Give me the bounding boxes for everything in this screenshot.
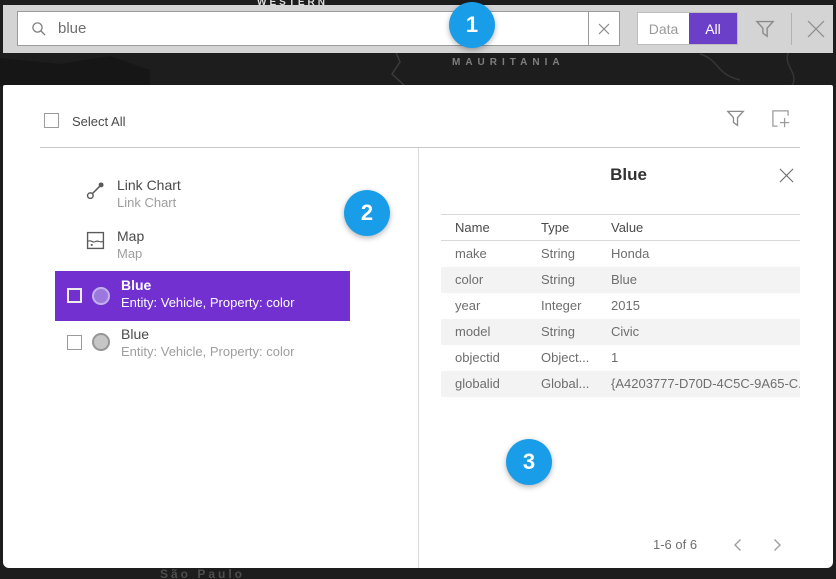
cell-type: Object... xyxy=(527,345,597,371)
result-title: Blue xyxy=(121,277,350,293)
cell-type: Integer xyxy=(527,293,597,319)
cell-name: model xyxy=(441,319,527,345)
cell-value: Civic xyxy=(597,319,800,345)
result-subtitle: Entity: Vehicle, Property: color xyxy=(121,344,350,359)
cell-name: year xyxy=(441,293,527,319)
result-checkbox[interactable] xyxy=(67,288,82,303)
link-chart-icon xyxy=(86,180,106,205)
search-filter-button[interactable] xyxy=(752,16,778,42)
search-toolbar: blue Data All xyxy=(3,5,833,53)
close-search-button[interactable] xyxy=(801,15,831,43)
result-title: Map xyxy=(117,228,386,244)
entity-dot-icon xyxy=(92,287,110,305)
annotation-step-1: 1 xyxy=(449,2,495,48)
details-close-button[interactable] xyxy=(773,163,799,187)
funnel-icon xyxy=(726,109,745,128)
annotation-step-2: 2 xyxy=(344,190,390,236)
chevron-right-icon xyxy=(773,538,782,552)
knowledge-search-dialog: WESTERN MAURITANIA São Paulo blue Data A… xyxy=(0,0,836,579)
cell-value: Honda xyxy=(597,241,800,267)
cell-type: String xyxy=(527,241,597,267)
add-to-selection-button[interactable] xyxy=(770,108,791,134)
result-item-link-chart[interactable]: Link Chart Link Chart xyxy=(86,177,386,217)
select-all-checkbox[interactable] xyxy=(44,113,59,128)
cell-value: 1 xyxy=(597,345,800,371)
scope-toggle: Data All xyxy=(637,12,738,45)
table-row: model String Civic xyxy=(441,319,800,345)
map-label-sao-paulo: São Paulo xyxy=(160,567,245,579)
map-icon xyxy=(86,231,105,255)
x-close-icon xyxy=(805,18,827,40)
result-item-map[interactable]: Map Map xyxy=(86,228,386,268)
attribute-table: Name Type Value make String Honda color … xyxy=(441,214,800,397)
toggle-option-data[interactable]: Data xyxy=(638,13,689,44)
clear-search-button[interactable] xyxy=(588,12,619,45)
result-item-blue[interactable]: Blue Entity: Vehicle, Property: color xyxy=(55,325,350,371)
result-title: Link Chart xyxy=(117,177,386,193)
table-row: make String Honda xyxy=(441,241,800,267)
result-item-blue-selected[interactable]: Blue Entity: Vehicle, Property: color xyxy=(55,271,350,321)
map-borders xyxy=(0,50,836,86)
previous-page-button[interactable] xyxy=(726,534,748,556)
table-header-row: Name Type Value xyxy=(441,215,800,241)
toggle-option-all[interactable]: All xyxy=(689,13,737,44)
pagination-label: 1-6 of 6 xyxy=(653,537,697,552)
chevron-left-icon xyxy=(733,538,742,552)
entity-dot-icon xyxy=(92,333,110,351)
result-subtitle: Entity: Vehicle, Property: color xyxy=(121,295,350,310)
results-filter-button[interactable] xyxy=(726,109,745,133)
result-subtitle: Map xyxy=(117,246,386,261)
result-checkbox[interactable] xyxy=(67,335,82,350)
search-query-text: blue xyxy=(58,12,86,45)
search-icon xyxy=(31,21,47,42)
table-row: year Integer 2015 xyxy=(441,293,800,319)
x-close-icon xyxy=(778,167,795,184)
header-divider xyxy=(40,147,800,148)
table-row: objectid Object... 1 xyxy=(441,345,800,371)
select-all-label: Select All xyxy=(72,114,125,129)
toolbar-divider xyxy=(791,13,792,45)
map-label-mauritania: MAURITANIA xyxy=(452,57,565,68)
cell-name: color xyxy=(441,267,527,293)
next-page-button[interactable] xyxy=(766,534,788,556)
column-header-value: Value xyxy=(597,215,800,241)
cell-type: String xyxy=(527,319,597,345)
table-row: color String Blue xyxy=(441,267,800,293)
annotation-step-3: 3 xyxy=(506,439,552,485)
list-detail-divider xyxy=(418,148,419,568)
cell-name: objectid xyxy=(441,345,527,371)
column-header-type: Type xyxy=(527,215,597,241)
cell-value: 2015 xyxy=(597,293,800,319)
table-row: globalid Global... {A4203777-D70D-4C5C-9… xyxy=(441,371,800,397)
x-clear-icon xyxy=(598,23,610,35)
cell-type: Global... xyxy=(527,371,597,397)
search-input[interactable]: blue xyxy=(17,11,620,46)
add-to-selection-icon xyxy=(770,108,791,129)
cell-name: make xyxy=(441,241,527,267)
search-results-panel: Select All Link Chart Link Chart xyxy=(3,85,833,568)
funnel-icon xyxy=(755,19,775,39)
cell-value: {A4203777-D70D-4C5C-9A65-C... xyxy=(597,371,800,397)
cell-value: Blue xyxy=(597,267,800,293)
column-header-name: Name xyxy=(441,215,527,241)
cell-type: String xyxy=(527,267,597,293)
result-title: Blue xyxy=(121,326,350,342)
cell-name: globalid xyxy=(441,371,527,397)
